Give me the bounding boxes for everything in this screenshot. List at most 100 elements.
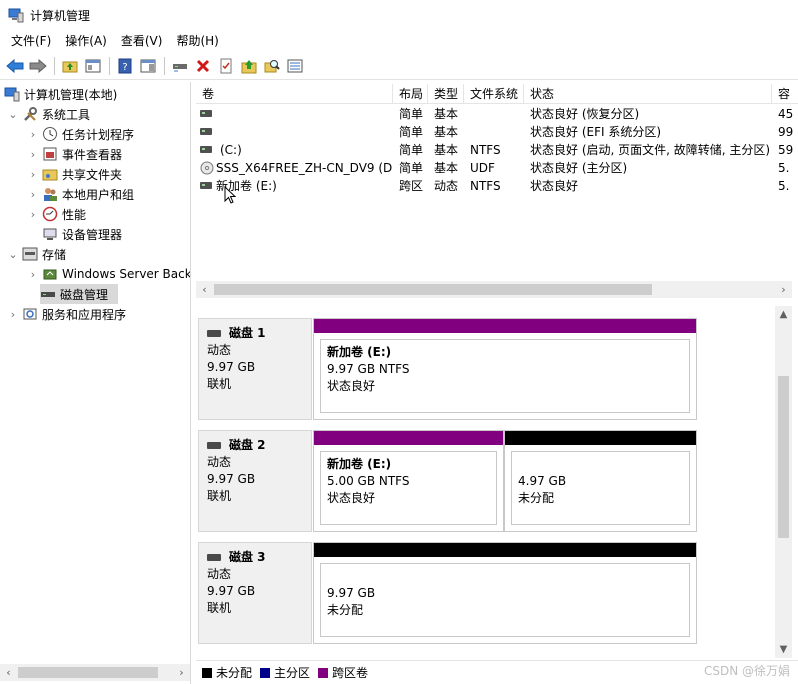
chevron-right-icon[interactable]: › — [26, 208, 40, 221]
column-header-status[interactable]: 状态 — [524, 84, 772, 104]
scroll-down-icon[interactable]: ▼ — [775, 641, 792, 658]
back-button[interactable] — [4, 55, 26, 77]
partition-label: 新加卷 (E:) — [327, 457, 392, 471]
disk-panel[interactable]: 磁盘 1 动态 9.97 GB 联机 新加卷 (E:) 9.97 GB NTFS… — [196, 312, 772, 420]
tree-item-label: 事件查看器 — [62, 147, 123, 162]
volume-fs: NTFS — [470, 179, 501, 193]
column-header-capacity[interactable]: 容 — [772, 84, 798, 104]
help-button[interactable]: ? — [114, 55, 136, 77]
legend-item: 未分配 — [202, 664, 252, 681]
scroll-left-icon[interactable]: ‹ — [0, 664, 17, 681]
mouse-cursor-icon — [224, 186, 236, 204]
scroll-right-icon[interactable]: › — [173, 664, 190, 681]
delete-x-icon — [196, 59, 210, 73]
volume-name: 新加卷 (E:) — [216, 179, 277, 193]
scrollbar-thumb[interactable] — [778, 376, 789, 538]
tree-item-root[interactable]: 计算机管理(本地) — [4, 84, 117, 104]
column-header-type[interactable]: 类型 — [428, 84, 464, 104]
disk-info[interactable]: 磁盘 1 动态 9.97 GB 联机 — [198, 318, 312, 420]
volume-row[interactable]: (C:) 简单 基本 NTFS 状态良好 (启动, 页面文件, 故障转储, 主分… — [196, 141, 798, 159]
column-header-layout[interactable]: 布局 — [393, 84, 428, 104]
partition-status: 状态良好 — [327, 491, 376, 505]
volume-layout: 简单 — [399, 125, 424, 139]
partition-block[interactable]: 9.97 GB 未分配 — [313, 542, 697, 644]
legend-item: 主分区 — [260, 664, 310, 681]
back-arrow-icon — [6, 59, 24, 73]
disk-icon — [207, 554, 221, 561]
disk-icon — [207, 442, 221, 449]
disk-size: 9.97 GB — [207, 472, 256, 486]
partition-details: 新加卷 (E:) 9.97 GB NTFS 状态良好 — [320, 339, 690, 413]
disk-size: 9.97 GB — [207, 584, 256, 598]
tree-item-local-users[interactable]: › 本地用户和组 — [26, 184, 134, 204]
search-button[interactable] — [261, 55, 283, 77]
export-button[interactable] — [238, 55, 260, 77]
forward-button[interactable] — [27, 55, 49, 77]
volume-row[interactable]: 简单 基本 状态良好 (EFI 系统分区) 99 — [196, 123, 798, 141]
menu-action[interactable]: 操作(A) — [58, 30, 114, 52]
partition-block[interactable]: 新加卷 (E:) 9.97 GB NTFS 状态良好 — [313, 318, 697, 420]
disk-vertical-scrollbar[interactable]: ▲ ▼ — [775, 306, 792, 658]
partition-size: 5.00 GB NTFS — [327, 474, 410, 488]
chevron-right-icon[interactable]: › — [26, 168, 40, 181]
menu-file[interactable]: 文件(F) — [4, 30, 58, 52]
column-header-volume[interactable]: 卷 — [196, 84, 393, 104]
disk-kind: 动态 — [207, 455, 232, 469]
disk-size: 9.97 GB — [207, 360, 256, 374]
title-bar: 计算机管理 — [0, 0, 798, 30]
delete-button[interactable] — [192, 55, 214, 77]
connect-drive-button[interactable] — [169, 55, 191, 77]
tree-item-event-viewer[interactable]: › 事件查看器 — [26, 144, 122, 164]
tree-item-shared-folders[interactable]: › 共享文件夹 — [26, 164, 122, 184]
legend-label: 跨区卷 — [332, 666, 369, 680]
list-view-button[interactable] — [284, 55, 306, 77]
partition-details: 9.97 GB 未分配 — [320, 563, 690, 637]
column-header-filesystem[interactable]: 文件系统 — [464, 84, 524, 104]
tree-item-device-manager[interactable]: 设备管理器 — [42, 224, 122, 244]
disk-panel[interactable]: 磁盘 3 动态 9.97 GB 联机 9.97 GB 未分配 — [196, 536, 772, 644]
tree-item-performance[interactable]: › 性能 — [26, 204, 86, 224]
chevron-right-icon[interactable]: › — [26, 148, 40, 161]
scrollbar-thumb[interactable] — [214, 284, 652, 295]
volume-list-horizontal-scrollbar[interactable]: ‹ › — [196, 281, 792, 298]
partition-block[interactable]: 4.97 GB 未分配 — [504, 430, 697, 532]
tree-item-system-tools[interactable]: ⌄ 系统工具 — [6, 104, 90, 124]
tree-item-windows-server-backup[interactable]: › Windows Server Backup — [26, 264, 190, 284]
partition-size: 9.97 GB — [327, 586, 376, 600]
disk-panel[interactable]: 磁盘 2 动态 9.97 GB 联机 新加卷 (E:) 5.00 GB NTFS… — [196, 424, 772, 532]
volume-row[interactable]: 新加卷 (E:) 跨区 动态 NTFS 状态良好 5. — [196, 177, 798, 195]
volume-name: (C:) — [220, 143, 242, 157]
disk-info[interactable]: 磁盘 3 动态 9.97 GB 联机 — [198, 542, 312, 644]
legend-swatch — [318, 667, 329, 678]
up-level-button[interactable] — [59, 55, 81, 77]
tree-item-label: 系统工具 — [42, 107, 91, 122]
properties-button[interactable] — [215, 55, 237, 77]
chevron-down-icon[interactable]: ⌄ — [6, 108, 20, 121]
volume-type: 基本 — [434, 143, 459, 157]
menu-help[interactable]: 帮助(H) — [169, 30, 225, 52]
scrollbar-thumb[interactable] — [18, 667, 158, 678]
scroll-left-icon[interactable]: ‹ — [196, 281, 213, 298]
tree-item-services-apps[interactable]: › 服务和应用程序 — [6, 304, 126, 324]
partition-size: 4.97 GB — [518, 474, 567, 488]
scroll-right-icon[interactable]: › — [775, 281, 792, 298]
volume-name — [210, 105, 390, 123]
tree-item-storage[interactable]: ⌄ 存储 — [6, 244, 66, 264]
chevron-right-icon[interactable]: › — [6, 308, 20, 321]
tree-item-task-scheduler[interactable]: › 任务计划程序 — [26, 124, 134, 144]
chevron-right-icon[interactable]: › — [26, 128, 40, 141]
disk-info[interactable]: 磁盘 2 动态 9.97 GB 联机 — [198, 430, 312, 532]
show-hide-tree-button[interactable] — [82, 55, 104, 77]
chevron-right-icon[interactable]: › — [26, 188, 40, 201]
scroll-up-icon[interactable]: ▲ — [775, 306, 792, 323]
show-action-pane-button[interactable] — [137, 55, 159, 77]
chevron-down-icon[interactable]: ⌄ — [6, 248, 20, 261]
volume-row[interactable]: SSS_X64FREE_ZH-CN_DV9 (D:) 简单 基本 UDF 状态良… — [196, 159, 798, 177]
chevron-right-icon[interactable]: › — [26, 268, 40, 281]
menu-view[interactable]: 查看(V) — [114, 30, 170, 52]
volume-capacity: 5. — [778, 161, 790, 175]
tree-item-disk-management[interactable]: 磁盘管理 — [40, 284, 118, 304]
tree-horizontal-scrollbar[interactable]: ‹ › — [0, 664, 190, 681]
partition-block[interactable]: 新加卷 (E:) 5.00 GB NTFS 状态良好 — [313, 430, 504, 532]
volume-row[interactable]: 简单 基本 状态良好 (恢复分区) 45 — [196, 105, 798, 123]
